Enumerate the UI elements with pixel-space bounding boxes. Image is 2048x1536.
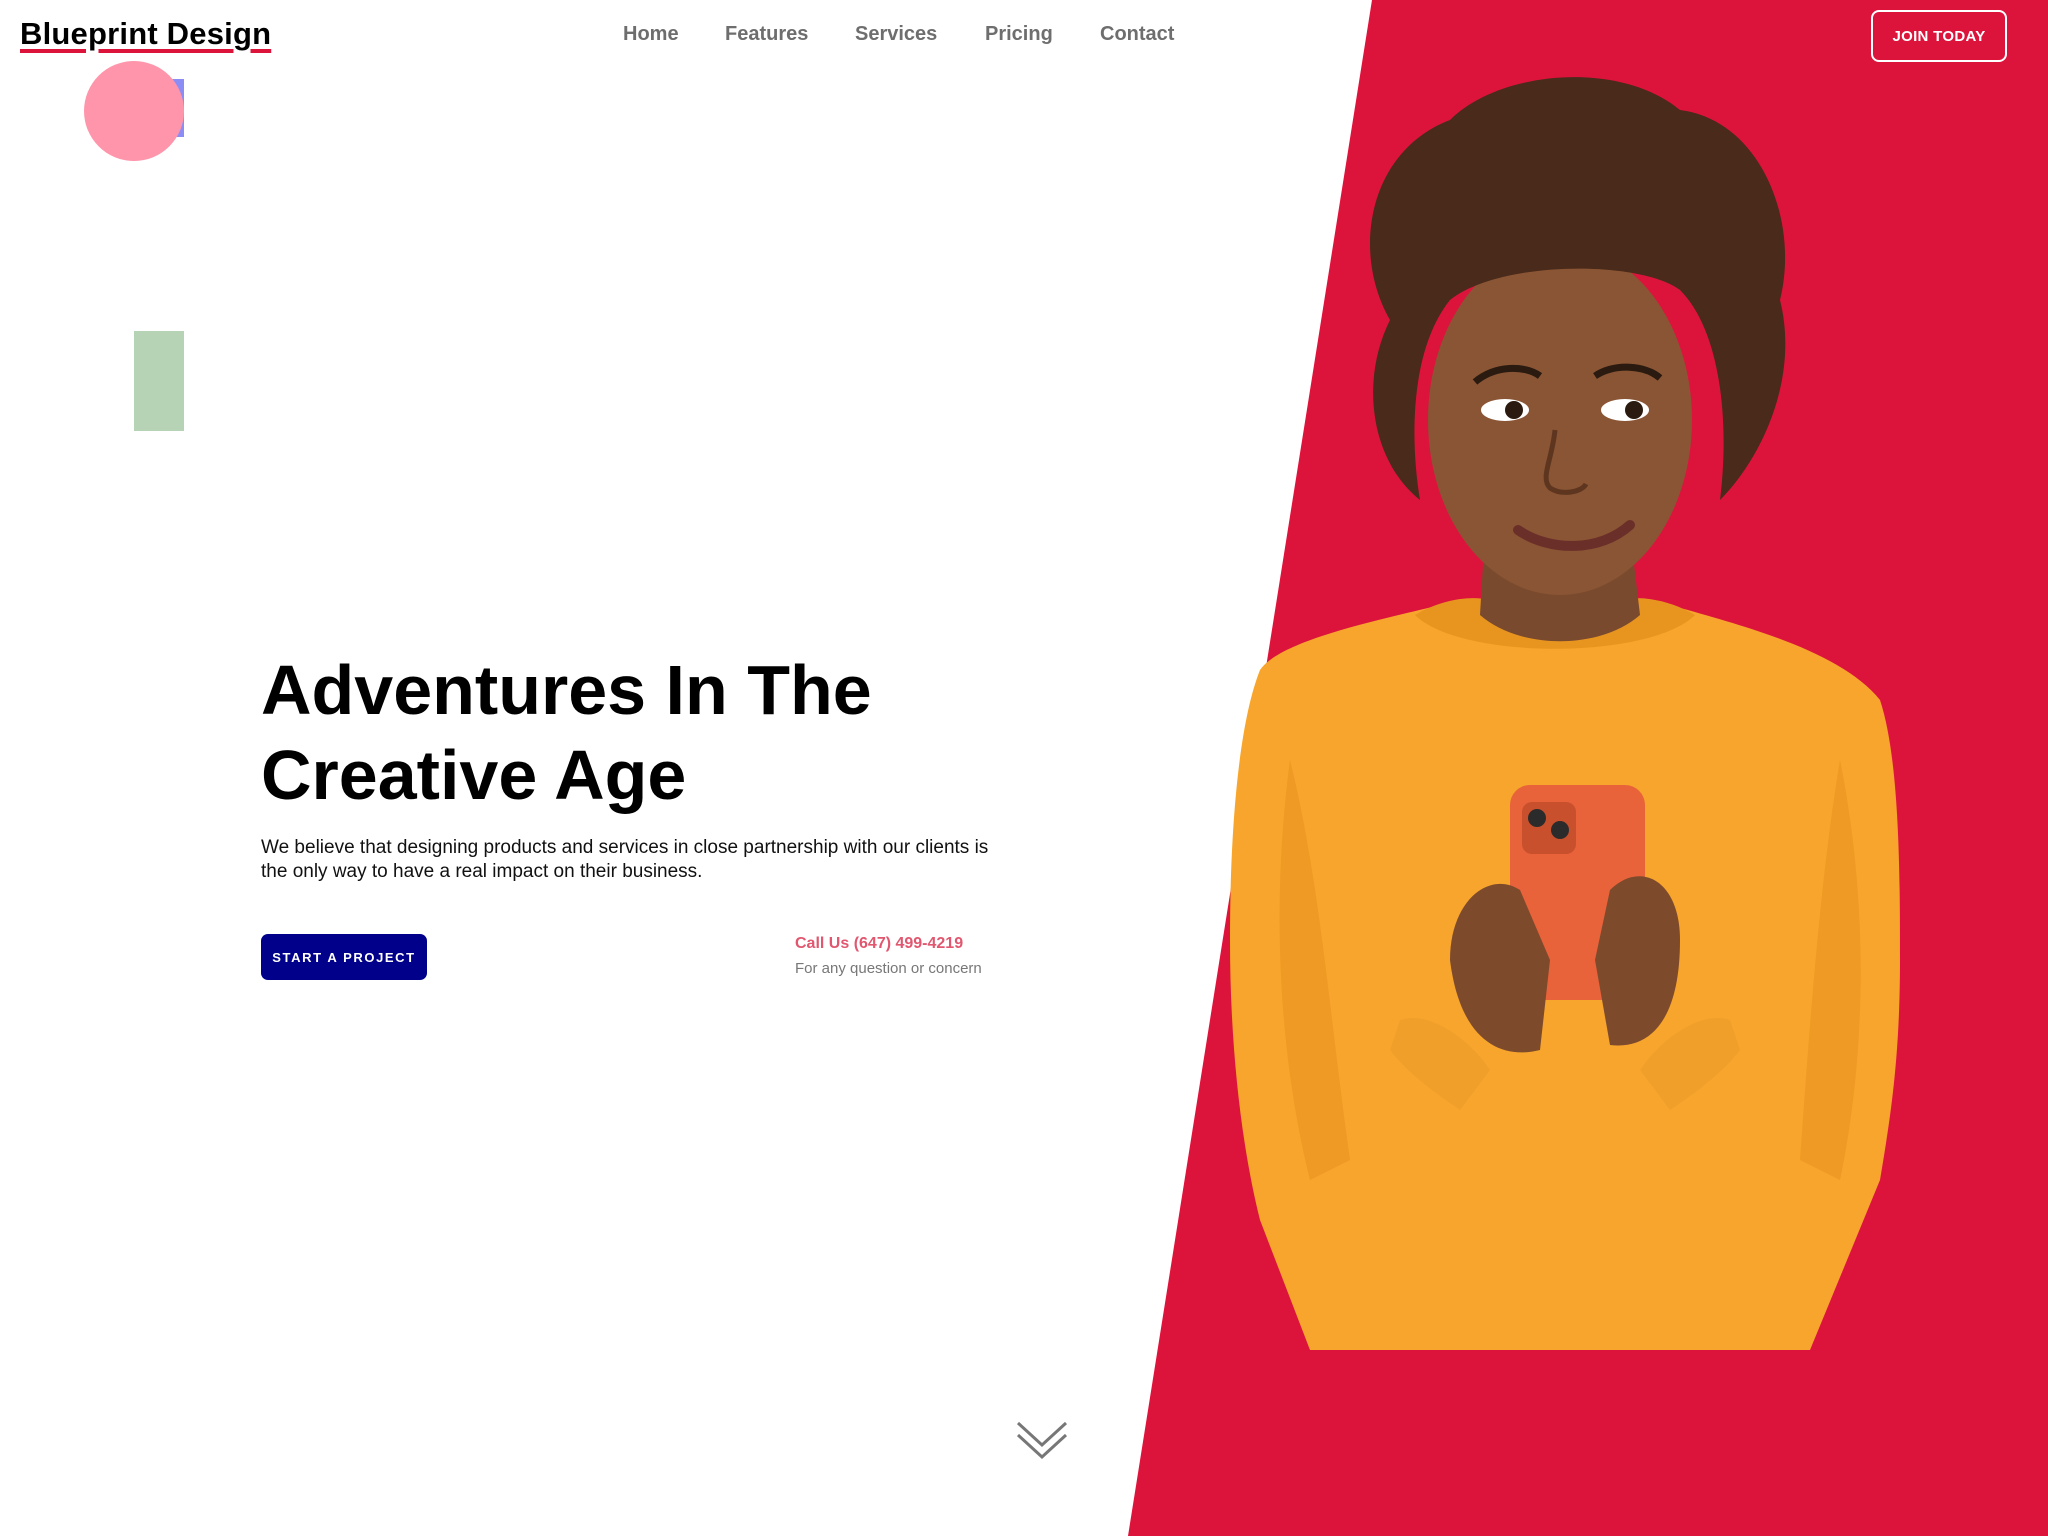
decorative-pink-circle: [84, 61, 184, 161]
nav-home[interactable]: Home: [623, 23, 679, 46]
nav-pricing[interactable]: Pricing: [985, 23, 1053, 46]
hero-title: Adventures In The Creative Age: [261, 648, 1021, 818]
hero-title-line-2: Creative Age: [261, 736, 687, 814]
decorative-green-bar: [134, 331, 184, 431]
landing-page: Blueprint Design Home Features Services …: [0, 0, 2048, 1536]
nav-features[interactable]: Features: [725, 23, 808, 46]
call-us-link[interactable]: Call Us (647) 499-4219: [795, 935, 963, 953]
hero-title-line-1: Adventures In The: [261, 651, 872, 729]
chevron-double-down-icon[interactable]: [1015, 1418, 1069, 1462]
join-today-button[interactable]: JOIN TODAY: [1871, 10, 2007, 62]
hero-person-image: [1230, 77, 1900, 1350]
nav-services[interactable]: Services: [855, 23, 937, 46]
nav-contact[interactable]: Contact: [1100, 23, 1174, 46]
site-logo[interactable]: Blueprint Design: [20, 16, 271, 52]
start-project-button[interactable]: START A PROJECT: [261, 934, 427, 980]
hero-description: We believe that designing products and s…: [261, 837, 989, 882]
call-note: For any question or concern: [795, 960, 982, 977]
